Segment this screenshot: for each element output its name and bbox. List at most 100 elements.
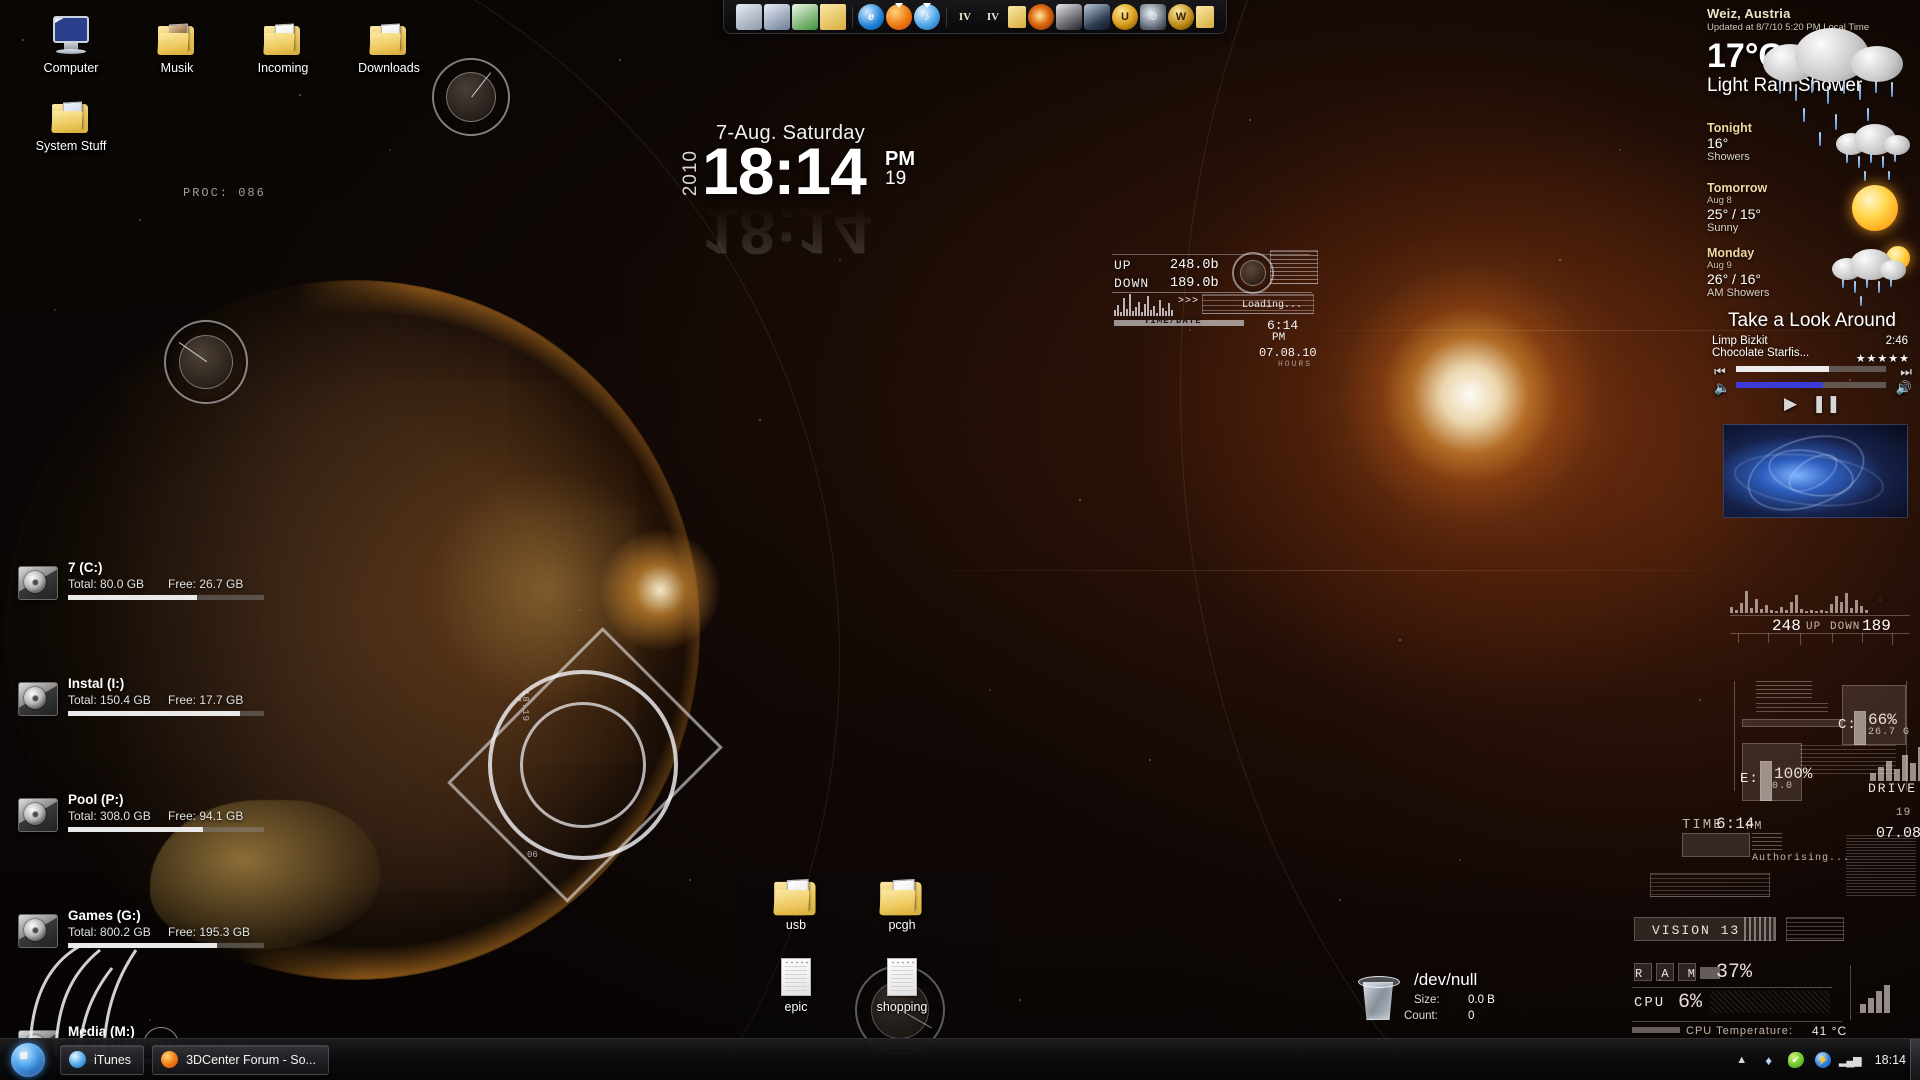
drive-row[interactable]: 7 (C:) Total: 80.0 GB Free: 26.7 GB (18, 560, 268, 618)
netmon-date: 07.08.10 (1259, 346, 1317, 360)
volume-button[interactable]: 🔊 (1896, 380, 1912, 396)
taskbar-clock[interactable]: 18:14 (1875, 1053, 1906, 1067)
internet-explorer-icon[interactable]: e (858, 3, 884, 30)
desktop-icon-label: System Stuff (35, 139, 107, 153)
trash-count-value: 0 (1468, 1010, 1475, 1022)
world-of-warcraft-icon[interactable]: W (1168, 3, 1194, 30)
player-track-time: 2:46 (1885, 335, 1908, 347)
netmon-data-block (1270, 250, 1318, 284)
stack-item-epic[interactable]: epic (746, 958, 846, 1014)
desktop-icon-system-stuff[interactable]: System Stuff (18, 86, 124, 153)
hud-cpu-pct: 6% (1678, 991, 1703, 1014)
netmon-down-value: 189.0b (1170, 276, 1219, 291)
taskbar[interactable]: iTunes 3DCenter Forum - So... ▲ ♦ ✔ ⚡ ▂▄… (0, 1038, 1920, 1080)
network-signal-icon[interactable]: ▂▄▆ (1839, 1052, 1862, 1068)
desktop-icon-musik[interactable]: Musik (124, 8, 230, 75)
folder-music-icon (124, 8, 230, 56)
clock-time-reflection: 18:14 (702, 194, 871, 268)
hard-disk-icon (18, 566, 58, 600)
stack-item-label: usb (785, 918, 807, 932)
volume-bar[interactable] (1736, 382, 1886, 388)
desktop-icon-downloads[interactable]: Downloads (336, 8, 442, 75)
drive-free: Free: 26.7 GB (168, 577, 244, 591)
hud-day-number: 19 (1896, 807, 1912, 819)
drive-usage-bar (68, 595, 264, 600)
folder-icon[interactable] (820, 3, 846, 30)
stack-docklet: usb pcgh epic shopping (738, 870, 998, 1040)
netmon-timedate-label: TIME/DATE (1144, 316, 1202, 326)
folder-open-icon[interactable] (764, 3, 790, 30)
drive-usage-bar (68, 711, 264, 716)
sun-rain-cloud-icon (1830, 246, 1912, 306)
folder-icon (852, 879, 952, 916)
dock-group-games: IV IV U ⚙ W (946, 3, 1220, 30)
netmon-histogram (1114, 294, 1173, 316)
proc-readout: PROC: 086 (183, 186, 266, 200)
top-dock[interactable]: e ♪ IV IV U ⚙ W (723, 0, 1227, 34)
desktop-icon-computer[interactable]: Computer (18, 8, 124, 75)
mute-button[interactable]: 🔈 (1714, 380, 1730, 396)
show-desktop-button[interactable] (1910, 1039, 1920, 1080)
taskbar-button-itunes[interactable]: iTunes (60, 1044, 145, 1075)
show-hidden-icons-arrow[interactable]: ▲ (1734, 1052, 1750, 1068)
prev-track-button[interactable]: ⏮ (1714, 364, 1726, 380)
steam-icon[interactable]: ⚙ (1140, 3, 1166, 30)
unreal-icon[interactable]: U (1112, 3, 1138, 30)
drive-row[interactable]: Instal (I:) Total: 150.4 GB Free: 17.7 G… (18, 676, 268, 734)
computer-icon[interactable] (736, 3, 762, 30)
stack-item-label: epic (784, 1000, 808, 1014)
hud-ram-label: R A M (1635, 967, 1702, 981)
folder-icon[interactable] (1008, 5, 1026, 28)
gta-iv-icon[interactable]: IV (952, 4, 978, 30)
water-drop-icon[interactable]: ♦ (1761, 1052, 1777, 1068)
trash-size-value: 0.0 B (1468, 994, 1495, 1006)
taskbar-button-label: 3DCenter Forum - So... (186, 1052, 316, 1067)
sun-icon (1852, 185, 1898, 231)
drive-row[interactable]: Pool (P:) Total: 308.0 GB Free: 94.1 GB (18, 792, 268, 850)
hud-cpu-temp-value: 41 °C (1812, 1024, 1848, 1038)
mask-game-icon[interactable] (1084, 3, 1110, 30)
track-progress-bar[interactable] (1736, 366, 1886, 372)
netmon-down-label: DOWN (1114, 276, 1150, 291)
drive-total: Total: 308.0 GB (68, 809, 151, 823)
folder-icon[interactable] (1196, 5, 1214, 28)
netmon-time: 6:14 (1267, 318, 1299, 333)
hud-ram-pct: 37% (1716, 961, 1753, 984)
antivirus-check-icon[interactable]: ✔ (1787, 1052, 1804, 1068)
dock-group-internet: e ♪ (852, 2, 946, 30)
itunes-icon[interactable]: ♪ (914, 2, 940, 30)
folder-icon (230, 8, 336, 56)
computer-monitor-icon (18, 8, 124, 56)
stack-item-usb[interactable]: usb (746, 879, 846, 932)
stack-item-shopping[interactable]: shopping (852, 958, 952, 1014)
pause-button[interactable]: ❚❚ (1812, 394, 1841, 414)
next-track-button[interactable]: ⏭ (1900, 364, 1912, 380)
helmet-game-icon[interactable] (1056, 3, 1082, 30)
stack-item-pcgh[interactable]: pcgh (852, 879, 952, 932)
start-button[interactable] (4, 1041, 52, 1079)
flash-icon[interactable]: ⚡ (1814, 1052, 1831, 1068)
play-button[interactable]: ▶ (1784, 394, 1797, 414)
rain-cloud-icon (1834, 123, 1912, 181)
spiral-game-icon[interactable] (1028, 3, 1054, 30)
document-icon (746, 958, 846, 996)
gauge-widget-left (160, 316, 252, 408)
taskbar-button-firefox[interactable]: 3DCenter Forum - So... (152, 1044, 329, 1075)
netmon-hours-label: HOURS (1278, 360, 1313, 369)
media-player-widget[interactable]: Take a Look Around Limp Bizkit Chocolate… (1712, 310, 1912, 413)
netmon-ampm: PM (1272, 332, 1286, 344)
weather-widget[interactable]: Weiz, Austria Updated at 8/7/10 5:20 PM … (1707, 6, 1912, 306)
drive-name: Games (G:) (68, 908, 141, 923)
taskbar-button-label: iTunes (94, 1052, 132, 1067)
firefox-icon[interactable] (886, 2, 912, 30)
system-tray[interactable]: ▲ ♦ ✔ ⚡ ▂▄▆ 18:14 (1734, 1039, 1920, 1080)
gta-iv-eflc-icon[interactable]: IV (980, 4, 1006, 30)
hud-cpu-label: CPU (1634, 995, 1666, 1011)
drive-name: 7 (C:) (68, 560, 103, 575)
hud-detail-block-4 (1800, 745, 1896, 777)
netmon-arrows-icon: >>> (1178, 296, 1200, 307)
hud-drive-e-fill (1760, 761, 1772, 801)
desktop-icon-incoming[interactable]: Incoming (230, 8, 336, 75)
spreadsheet-icon[interactable] (792, 3, 818, 30)
c-logo-label: 18.19 (520, 690, 530, 723)
